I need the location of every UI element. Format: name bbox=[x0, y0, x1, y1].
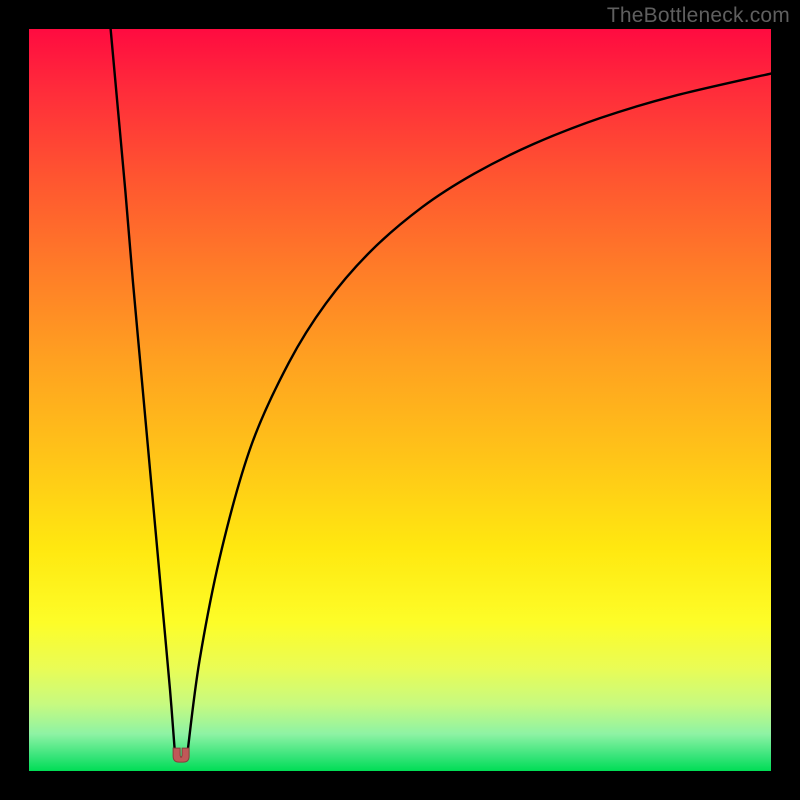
bottleneck-curve bbox=[29, 29, 771, 771]
curve-left-branch bbox=[111, 29, 176, 756]
minimum-marker bbox=[173, 748, 189, 762]
curve-right-branch bbox=[187, 74, 771, 757]
watermark-text: TheBottleneck.com bbox=[607, 4, 790, 28]
chart-plot-area bbox=[29, 29, 771, 771]
